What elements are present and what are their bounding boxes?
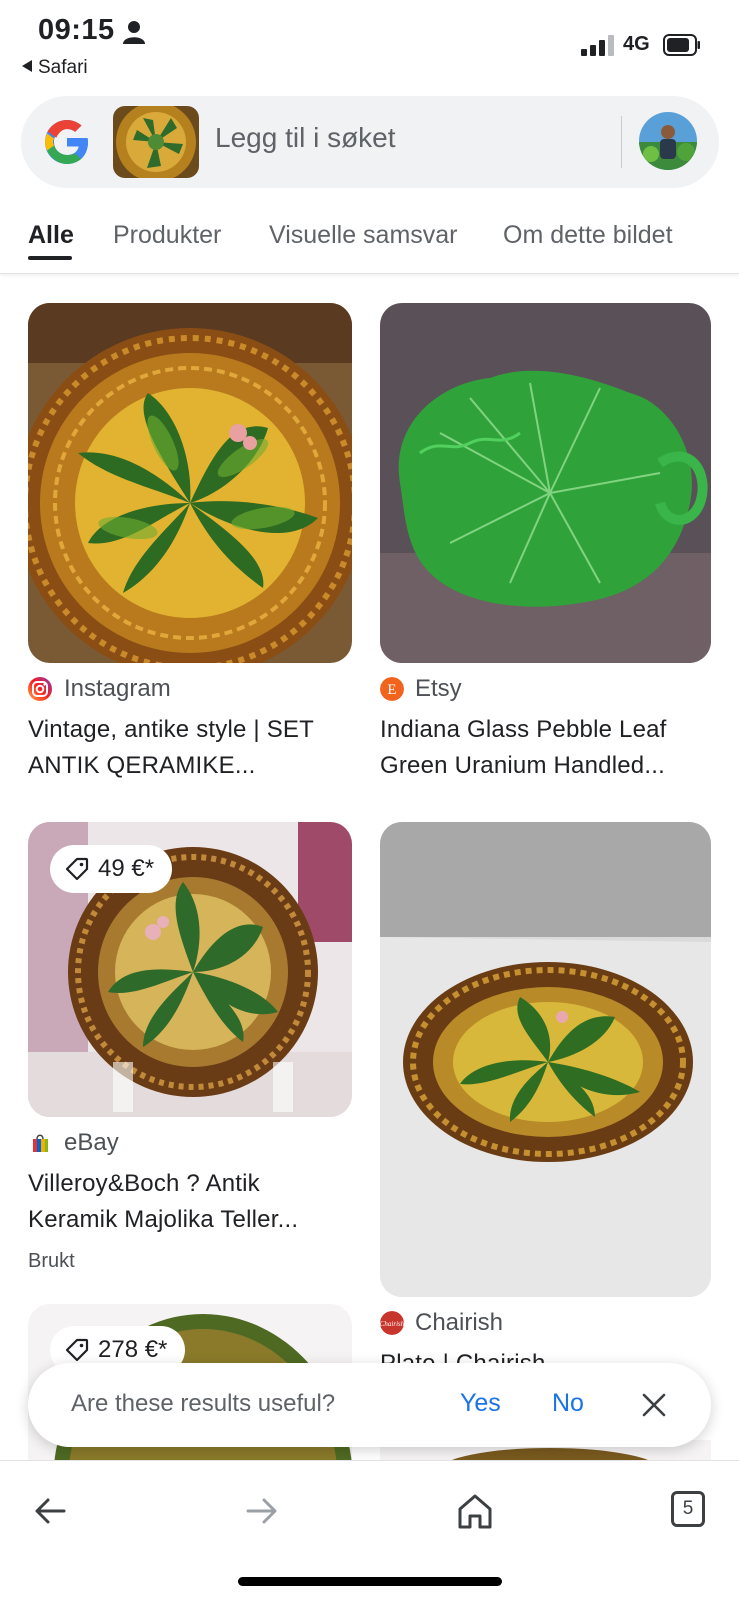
price-label: 278 €* <box>98 1336 168 1363</box>
svg-text:E: E <box>387 682 396 698</box>
result-image-etsy[interactable] <box>380 303 711 663</box>
back-app-label: Safari <box>38 57 88 78</box>
back-arrow-icon[interactable] <box>30 1491 70 1531</box>
result-title-line: ANTIK QERAMIKE... <box>28 752 256 779</box>
result-source: eBay <box>64 1129 119 1156</box>
chairish-icon: Chairish <box>380 1311 404 1335</box>
search-divider <box>621 116 622 168</box>
feedback-prompt: Are these results useful? Yes No <box>28 1363 711 1447</box>
svg-text:Chairish: Chairish <box>380 1320 404 1328</box>
home-indicator <box>238 1577 502 1586</box>
search-image-thumbnail[interactable] <box>113 106 199 178</box>
feedback-question: Are these results useful? <box>71 1390 336 1417</box>
result-title-line: Vintage, antike style | SET <box>28 716 315 743</box>
tab-om-dette-bildet[interactable]: Om dette bildet <box>503 221 673 250</box>
result-title[interactable]: Plate | Chairish <box>380 1346 700 1363</box>
price-label: 49 €* <box>98 855 155 882</box>
search-input[interactable]: Legg til i søket <box>215 122 595 154</box>
result-source: Etsy <box>415 675 462 702</box>
result-source: Chairish <box>415 1309 504 1336</box>
tab-alle[interactable]: Alle <box>28 221 74 250</box>
tab-visuelle-samsvar[interactable]: Visuelle samsvar <box>269 221 458 250</box>
result-title-line: Keramik Majolika Teller... <box>28 1206 299 1233</box>
instagram-icon <box>28 677 52 701</box>
etsy-icon: E <box>380 677 404 701</box>
result-condition: Brukt <box>28 1250 75 1272</box>
result-source: Instagram <box>64 675 171 702</box>
tag-icon <box>65 857 89 881</box>
result-title[interactable]: Vintage, antike style | SET ANTIK QERAMI… <box>28 712 348 784</box>
tabs-count-button[interactable]: 5 <box>671 1491 705 1527</box>
signal-icon <box>581 35 614 56</box>
result-tabs: Alle Produkter Visuelle samsvar Om dette… <box>0 210 739 274</box>
tab-produkter[interactable]: Produkter <box>113 221 221 250</box>
price-badge: 49 €* <box>50 845 173 893</box>
back-triangle-icon <box>22 59 32 72</box>
home-icon[interactable] <box>455 1491 495 1531</box>
battery-icon <box>663 34 700 56</box>
network-type: 4G <box>623 33 650 55</box>
forward-arrow-icon[interactable] <box>242 1491 282 1531</box>
result-title-line: Villeroy&Boch ? Antik <box>28 1170 260 1197</box>
active-tab-indicator <box>28 256 72 260</box>
tag-icon <box>65 1338 89 1362</box>
result-title[interactable]: Indiana Glass Pebble Leaf Green Uranium … <box>380 712 700 784</box>
google-logo[interactable] <box>43 118 91 166</box>
result-title[interactable]: Villeroy&Boch ? Antik Keramik Majolika T… <box>28 1166 348 1238</box>
result-title-line: Plate | Chairish <box>380 1346 700 1363</box>
feedback-no-button[interactable]: No <box>552 1389 584 1418</box>
feedback-yes-button[interactable]: Yes <box>460 1389 501 1418</box>
search-bar[interactable]: Legg til i søket <box>21 96 719 188</box>
profile-avatar[interactable] <box>639 112 697 170</box>
person-icon <box>123 21 145 44</box>
result-title-line: Indiana Glass Pebble Leaf <box>380 716 667 743</box>
result-image-instagram[interactable] <box>28 303 352 663</box>
back-to-app[interactable]: Safari <box>22 57 88 79</box>
result-image-chairish[interactable] <box>380 822 711 1297</box>
ebay-bag-icon <box>33 1134 48 1152</box>
status-time: 09:15 <box>38 14 115 46</box>
close-icon[interactable] <box>640 1391 668 1419</box>
result-title-line: Green Uranium Handled... <box>380 752 665 779</box>
